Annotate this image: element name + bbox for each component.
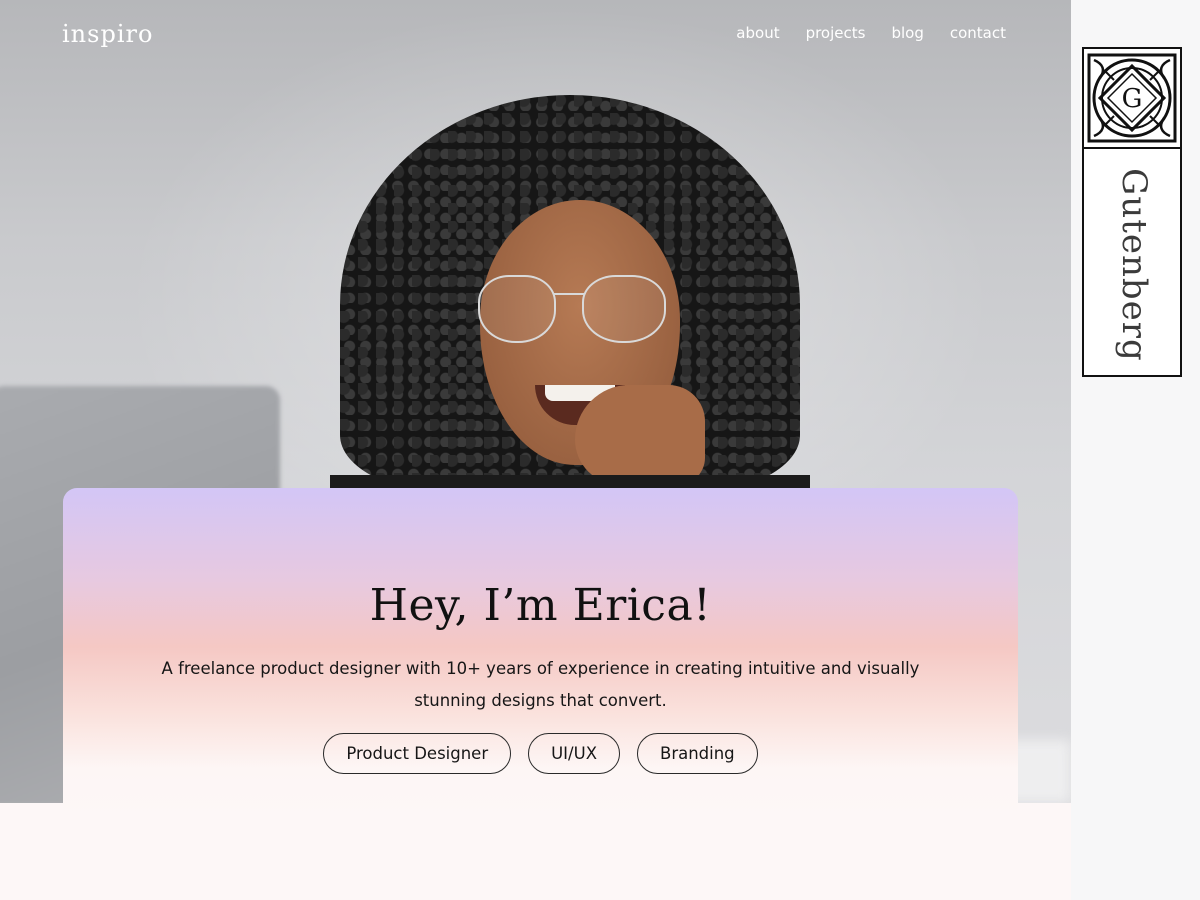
nav-projects[interactable]: projects <box>806 24 866 42</box>
tag-ui-ux[interactable]: UI/UX <box>528 733 620 774</box>
tag-branding[interactable]: Branding <box>637 733 758 774</box>
hero-heading: Hey, I’m Erica! <box>369 580 712 631</box>
nav-blog[interactable]: blog <box>891 24 923 42</box>
site-logo[interactable]: inspiro <box>62 20 153 48</box>
gutenberg-badge: G Gutenberg <box>1082 47 1182 377</box>
main-nav: about projects blog contact <box>736 24 1006 42</box>
portrait-photo <box>330 95 810 505</box>
glasses <box>478 275 668 355</box>
svg-text:G: G <box>1122 84 1143 114</box>
hand <box>575 385 705 485</box>
nav-contact[interactable]: contact <box>950 24 1006 42</box>
badge-word: Gutenberg <box>1114 167 1154 362</box>
gutenberg-g-logo-icon: G <box>1084 49 1180 149</box>
intro-card: Hey, I’m Erica! A freelance product desi… <box>63 488 1018 818</box>
nav-about[interactable]: about <box>736 24 779 42</box>
tag-product-designer[interactable]: Product Designer <box>323 733 512 774</box>
hero-intro: A freelance product designer with 10+ ye… <box>161 659 920 710</box>
skill-tags: Product Designer UI/UX Branding <box>63 733 1018 774</box>
